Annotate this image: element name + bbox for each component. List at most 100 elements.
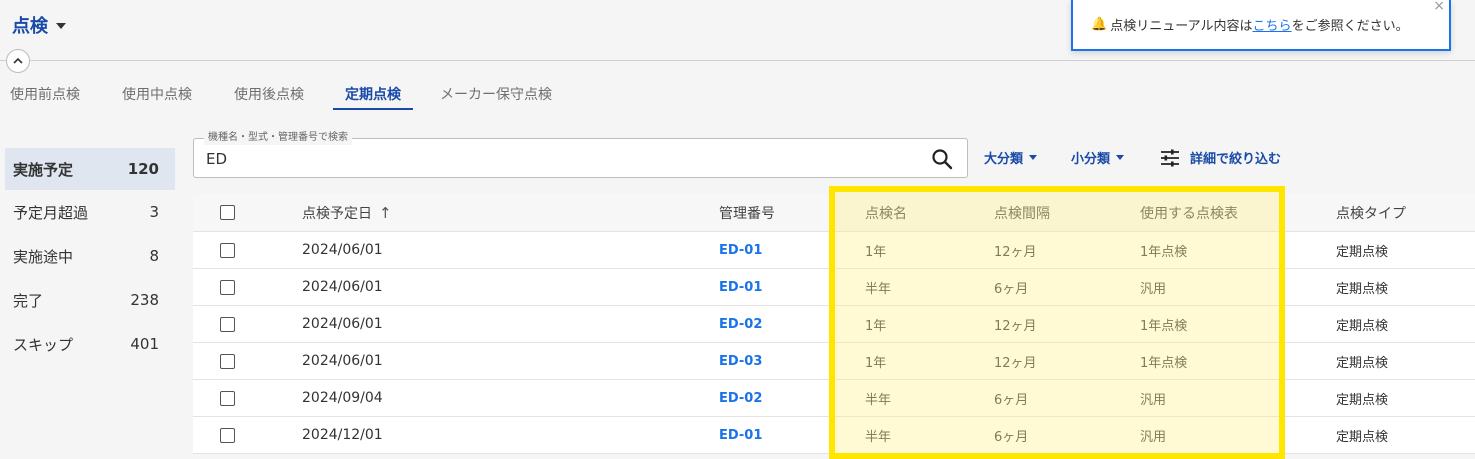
sidebar-item-scheduled[interactable]: 実施予定 120 (5, 148, 175, 190)
notification-text-before: 点検リニューアル内容は (1110, 19, 1253, 34)
sort-ascending-icon: ↑ (379, 203, 392, 222)
header-divider (0, 60, 1475, 61)
column-header-name: 点検名 (865, 205, 907, 222)
column-header-id: 管理番号 (719, 205, 775, 222)
row-sheet: 1年点検 (1140, 355, 1188, 371)
row-sheet: 汎用 (1140, 429, 1167, 445)
tab-periodic[interactable]: 定期点検 (333, 76, 413, 110)
column-header-interval: 点検間隔 (994, 205, 1050, 222)
detail-filter-button[interactable]: 詳細で絞り込む (1160, 148, 1281, 167)
row-checkbox[interactable] (220, 242, 235, 258)
row-interval: 6ヶ月 (994, 281, 1029, 297)
row-checkbox[interactable] (220, 279, 235, 295)
inspection-tabs: 使用前点検 使用中点検 使用後点検 定期点検 メーカー保守点検 (0, 76, 562, 110)
tab-pre-use[interactable]: 使用前点検 (0, 76, 90, 110)
row-date: 2024/06/01 (302, 316, 383, 332)
row-id-link[interactable]: ED-03 (719, 343, 762, 379)
search-icon[interactable] (931, 148, 953, 170)
major-category-filter[interactable]: 大分類 (984, 148, 1038, 167)
row-checkbox[interactable] (220, 427, 235, 443)
row-id-link[interactable]: ED-01 (719, 232, 762, 268)
row-sheet: 汎用 (1140, 392, 1167, 408)
status-sidebar: 実施予定 120 予定月超過 3 実施途中 8 完了 238 スキップ 401 (5, 140, 175, 366)
search-input[interactable] (206, 147, 906, 171)
select-all-checkbox[interactable] (220, 205, 235, 220)
minor-category-filter[interactable]: 小分類 (1071, 148, 1125, 167)
search-label: 機種名・型式・管理番号で検索 (204, 131, 352, 145)
chevron-down-icon (1029, 155, 1038, 160)
search-field: 機種名・型式・管理番号で検索 (193, 131, 968, 178)
inspection-table: 点検予定日 ↑ 管理番号 点検名 点検間隔 使用する点検表 点検タイプ 2024… (193, 194, 1475, 454)
tab-post-use[interactable]: 使用後点検 (224, 76, 314, 110)
table-row[interactable]: 2024/06/01 ED-02 1年 12ヶ月 1年点検 定期点検 (193, 306, 1475, 343)
tab-in-use[interactable]: 使用中点検 (112, 76, 202, 110)
table-row[interactable]: 2024/06/01 ED-03 1年 12ヶ月 1年点検 定期点検 (193, 343, 1475, 380)
row-type: 定期点検 (1336, 392, 1389, 408)
row-type: 定期点検 (1336, 355, 1389, 371)
sidebar-item-count: 3 (149, 203, 159, 221)
notification-banner: 🔔 点検リニューアル内容は こちら をご参照ください。 × (1071, 0, 1451, 51)
row-interval: 12ヶ月 (994, 355, 1037, 371)
chevron-up-icon (13, 57, 23, 64)
column-header-date[interactable]: 点検予定日 ↑ (302, 194, 392, 231)
sidebar-item-in-progress[interactable]: 実施途中 8 (5, 234, 175, 278)
table-row[interactable]: 2024/12/01 ED-01 半年 6ヶ月 汎用 定期点検 (193, 417, 1475, 454)
row-date: 2024/06/01 (302, 242, 383, 258)
row-date: 2024/06/01 (302, 353, 383, 369)
row-name: 半年 (865, 429, 892, 445)
close-icon[interactable]: × (1433, 0, 1445, 14)
row-sheet: 1年点検 (1140, 244, 1188, 260)
row-checkbox[interactable] (220, 316, 235, 332)
row-date: 2024/12/01 (302, 427, 383, 443)
chevron-down-icon (1116, 155, 1125, 160)
page-title-menu[interactable]: 点検 (12, 12, 66, 38)
page-title: 点検 (12, 16, 48, 37)
row-id-link[interactable]: ED-02 (719, 306, 762, 342)
minor-category-label: 小分類 (1071, 152, 1111, 167)
row-checkbox[interactable] (220, 390, 235, 406)
table-header: 点検予定日 ↑ 管理番号 点検名 点検間隔 使用する点検表 点検タイプ (193, 194, 1475, 232)
row-sheet: 1年点検 (1140, 318, 1188, 334)
row-date: 2024/09/04 (302, 390, 383, 406)
table-row[interactable]: 2024/09/04 ED-02 半年 6ヶ月 汎用 定期点検 (193, 380, 1475, 417)
table-row[interactable]: 2024/06/01 ED-01 1年 12ヶ月 1年点検 定期点検 (193, 232, 1475, 269)
sidebar-item-overdue[interactable]: 予定月超過 3 (5, 190, 175, 234)
sidebar-item-label: 完了 (13, 291, 44, 310)
collapse-button[interactable] (6, 49, 30, 73)
row-type: 定期点検 (1336, 244, 1389, 260)
row-id-link[interactable]: ED-02 (719, 380, 762, 416)
sidebar-item-skipped[interactable]: スキップ 401 (5, 322, 175, 366)
row-interval: 6ヶ月 (994, 429, 1029, 445)
row-name: 1年 (865, 244, 887, 260)
row-name: 1年 (865, 318, 887, 334)
tune-icon (1161, 149, 1179, 166)
row-id-link[interactable]: ED-01 (719, 269, 762, 305)
row-date: 2024/06/01 (302, 279, 383, 295)
major-category-label: 大分類 (984, 152, 1024, 167)
column-header-type: 点検タイプ (1336, 205, 1406, 222)
row-name: 半年 (865, 281, 892, 297)
row-checkbox[interactable] (220, 353, 235, 369)
sidebar-item-label: スキップ (13, 335, 74, 354)
tab-maker-maintenance[interactable]: メーカー保守点検 (430, 76, 562, 110)
notification-link[interactable]: こちら (1253, 15, 1292, 34)
sidebar-item-label: 実施予定 (13, 160, 74, 179)
sidebar-item-count: 120 (127, 160, 159, 178)
row-interval: 12ヶ月 (994, 244, 1037, 260)
sidebar-item-count: 401 (130, 335, 159, 353)
row-id-link[interactable]: ED-01 (719, 417, 762, 453)
row-type: 定期点検 (1336, 281, 1389, 297)
row-name: 半年 (865, 392, 892, 408)
row-type: 定期点検 (1336, 318, 1389, 334)
column-header-date-label: 点検予定日 (302, 205, 372, 222)
column-header-sheet: 使用する点検表 (1140, 205, 1238, 222)
row-name: 1年 (865, 355, 887, 371)
sidebar-item-completed[interactable]: 完了 238 (5, 278, 175, 322)
sidebar-item-label: 実施途中 (13, 247, 74, 266)
row-type: 定期点検 (1336, 429, 1389, 445)
sidebar-item-count: 238 (130, 291, 159, 309)
detail-filter-label: 詳細で絞り込む (1190, 152, 1282, 167)
table-row[interactable]: 2024/06/01 ED-01 半年 6ヶ月 汎用 定期点検 (193, 269, 1475, 306)
row-interval: 12ヶ月 (994, 318, 1037, 334)
sidebar-item-count: 8 (149, 247, 159, 265)
